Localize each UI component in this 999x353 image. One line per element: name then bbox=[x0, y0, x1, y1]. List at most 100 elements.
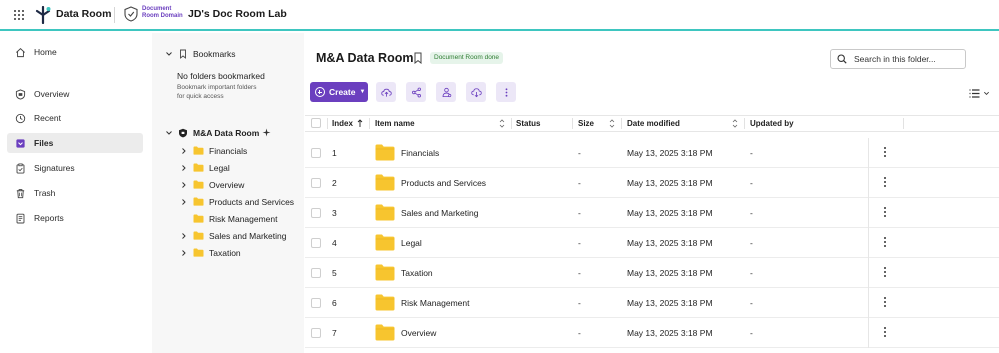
search-box[interactable] bbox=[830, 49, 966, 69]
table-row[interactable]: 6 Risk Management - May 13, 2025 3:18 PM… bbox=[305, 288, 999, 318]
sidebar-item-overview[interactable]: Overview bbox=[7, 84, 143, 104]
row-name[interactable]: Products and Services bbox=[401, 168, 486, 198]
folder-icon bbox=[375, 174, 395, 191]
row-menu-icon[interactable] bbox=[883, 237, 887, 249]
tree-item-label: Risk Management bbox=[209, 213, 278, 224]
table-row[interactable]: 1 Financials - May 13, 2025 3:18 PM - bbox=[305, 138, 999, 168]
row-name[interactable]: Overview bbox=[401, 318, 436, 348]
table-row[interactable]: 5 Taxation - May 13, 2025 3:18 PM - bbox=[305, 258, 999, 288]
create-button[interactable]: Create ▼ bbox=[310, 82, 368, 102]
home-icon bbox=[16, 47, 25, 57]
view-toggle[interactable] bbox=[969, 87, 991, 99]
tree-root-item[interactable]: M&A Data Room bbox=[165, 125, 271, 140]
chevron-down-icon bbox=[166, 51, 172, 56]
bookmark-icon[interactable] bbox=[413, 52, 423, 64]
tree-item-taxation[interactable]: Taxation bbox=[180, 245, 241, 260]
upload-button[interactable] bbox=[376, 82, 396, 102]
download-button[interactable] bbox=[466, 82, 486, 102]
sidebar-item-label: Recent bbox=[34, 113, 61, 123]
app-name[interactable]: Data Room bbox=[56, 8, 111, 20]
row-menu-icon[interactable] bbox=[883, 297, 887, 309]
top-bar: Data Room Document Room Domain JD's Doc … bbox=[0, 0, 999, 31]
row-date-modified: May 13, 2025 3:18 PM bbox=[627, 298, 713, 308]
status-badge: Document Room done bbox=[430, 52, 504, 64]
row-checkbox[interactable] bbox=[311, 298, 321, 308]
tree-item-sales-and-marketing[interactable]: Sales and Marketing bbox=[180, 228, 287, 243]
domain-tag-line2: Room Domain bbox=[142, 13, 183, 19]
search-input[interactable] bbox=[854, 54, 964, 64]
row-name[interactable]: Legal bbox=[401, 228, 422, 258]
row-menu-icon[interactable] bbox=[883, 207, 887, 219]
bookmarks-header[interactable]: Bookmarks bbox=[165, 46, 236, 61]
sidebar-item-label: Signatures bbox=[34, 163, 75, 173]
table-row[interactable]: 7 Overview - May 13, 2025 3:18 PM - bbox=[305, 318, 999, 348]
chevron-down-icon: ▼ bbox=[359, 89, 366, 95]
column-divider bbox=[744, 118, 745, 129]
column-header-status[interactable]: Status bbox=[516, 116, 540, 131]
row-menu-icon[interactable] bbox=[883, 267, 887, 279]
share-button[interactable] bbox=[406, 82, 426, 102]
main-content: M&A Data Room Document Room done Create … bbox=[305, 33, 999, 353]
column-header-size[interactable]: Size bbox=[578, 116, 594, 131]
row-checkbox[interactable] bbox=[311, 328, 321, 338]
table-row[interactable]: 3 Sales and Marketing - May 13, 2025 3:1… bbox=[305, 198, 999, 228]
row-checkbox[interactable] bbox=[311, 268, 321, 278]
sidebar-item-files[interactable]: Files bbox=[7, 133, 143, 153]
row-menu-icon[interactable] bbox=[883, 327, 887, 339]
row-checkbox[interactable] bbox=[311, 178, 321, 188]
folder-icon bbox=[375, 324, 395, 341]
row-checkbox[interactable] bbox=[311, 148, 321, 158]
column-divider bbox=[572, 118, 573, 129]
tree-item-products-and-services[interactable]: Products and Services bbox=[180, 194, 294, 209]
sidebar-item-trash[interactable]: Trash bbox=[7, 183, 143, 203]
select-all-checkbox[interactable] bbox=[311, 118, 321, 128]
table-row[interactable]: 4 Legal - May 13, 2025 3:18 PM - bbox=[305, 228, 999, 258]
row-name[interactable]: Risk Management bbox=[401, 288, 470, 318]
sort-ascending-icon[interactable] bbox=[357, 119, 363, 128]
row-date-modified: May 13, 2025 3:18 PM bbox=[627, 328, 713, 338]
tree-item-overview[interactable]: Overview bbox=[180, 177, 244, 192]
table-row[interactable]: 2 Products and Services - May 13, 2025 3… bbox=[305, 168, 999, 198]
sidebar-item-recent[interactable]: Recent bbox=[7, 108, 143, 128]
kebab-menu-icon bbox=[505, 87, 507, 97]
data-room-logo-icon bbox=[35, 6, 51, 24]
sidebar-item-label: Files bbox=[34, 138, 54, 148]
row-name[interactable]: Taxation bbox=[401, 258, 433, 288]
row-divider bbox=[868, 138, 869, 168]
tree-item-risk-management[interactable]: Risk Management bbox=[193, 211, 278, 226]
row-size: - bbox=[578, 178, 581, 188]
folder-icon bbox=[375, 294, 395, 311]
row-checkbox[interactable] bbox=[311, 238, 321, 248]
column-header-item-name[interactable]: Item name bbox=[375, 116, 415, 131]
folder-icon bbox=[375, 144, 395, 161]
column-header-updated-by[interactable]: Updated by bbox=[750, 116, 794, 131]
sidebar-item-label: Reports bbox=[34, 213, 64, 223]
more-actions-button[interactable] bbox=[496, 82, 516, 102]
app-grid-icon[interactable] bbox=[14, 10, 24, 20]
manage-access-button[interactable] bbox=[436, 82, 456, 102]
sort-icon[interactable] bbox=[609, 119, 615, 128]
row-size: - bbox=[578, 208, 581, 218]
row-checkbox[interactable] bbox=[311, 208, 321, 218]
sort-icon[interactable] bbox=[499, 119, 505, 128]
row-index: 6 bbox=[332, 298, 337, 308]
sidebar-item-reports[interactable]: Reports bbox=[7, 208, 143, 228]
tree-item-financials[interactable]: Financials bbox=[180, 143, 247, 158]
reports-icon bbox=[16, 213, 25, 223]
sidebar-item-home[interactable]: Home bbox=[7, 42, 143, 62]
row-name[interactable]: Financials bbox=[401, 138, 439, 168]
sort-icon[interactable] bbox=[732, 119, 738, 128]
column-header-index[interactable]: Index bbox=[332, 116, 353, 131]
row-name[interactable]: Sales and Marketing bbox=[401, 198, 479, 228]
tree-item-legal[interactable]: Legal bbox=[180, 160, 230, 175]
row-menu-icon[interactable] bbox=[883, 177, 887, 189]
sidebar-item-signatures[interactable]: Signatures bbox=[7, 158, 143, 178]
row-menu-icon[interactable] bbox=[883, 147, 887, 159]
bookmarks-hint: Bookmark important folders for quick acc… bbox=[177, 84, 287, 101]
chevron-right-icon bbox=[182, 232, 186, 239]
row-size: - bbox=[578, 268, 581, 278]
folder-icon bbox=[193, 248, 204, 257]
column-header-date-modified[interactable]: Date modified bbox=[627, 116, 680, 131]
chevron-right-icon bbox=[182, 147, 186, 154]
row-date-modified: May 13, 2025 3:18 PM bbox=[627, 238, 713, 248]
